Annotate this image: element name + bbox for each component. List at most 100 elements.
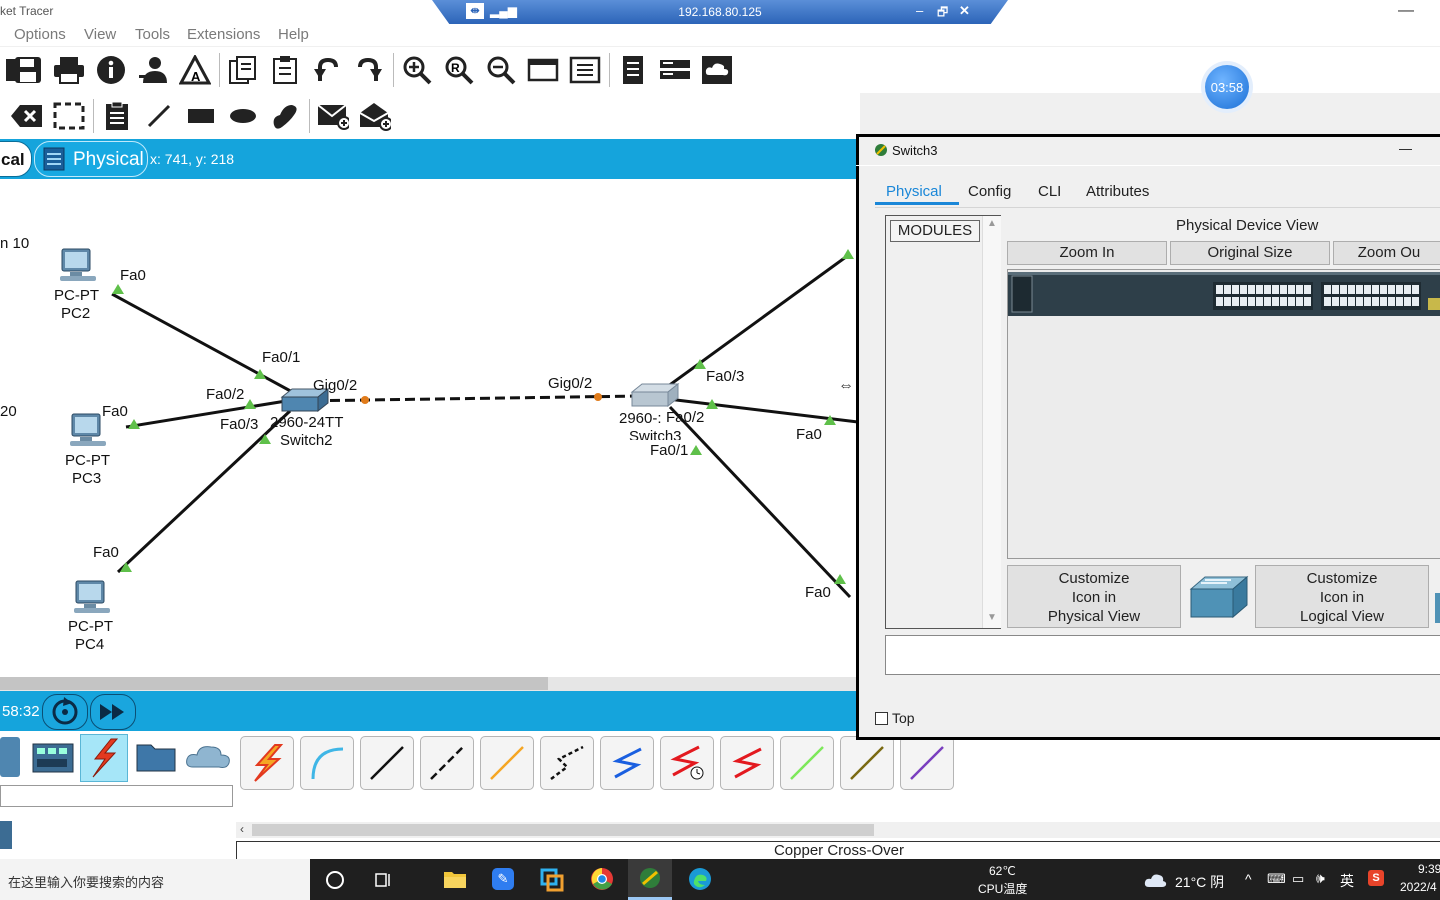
copper-cross-over-button[interactable] (420, 736, 474, 790)
tab-physical[interactable]: Physical (34, 141, 148, 177)
customize-logical-button[interactable]: Customize Icon in Logical View (1255, 565, 1429, 628)
modules-list[interactable]: MODULES ▲ ▼ (885, 215, 1001, 629)
clock-date[interactable]: 2022/4 (1400, 880, 1437, 894)
draw-ellipse-icon[interactable] (227, 100, 259, 132)
serial-dce-button[interactable] (660, 736, 714, 790)
info-icon[interactable] (95, 54, 127, 86)
pdu-list-icon[interactable] (617, 54, 649, 86)
usb-cable-button[interactable] (900, 736, 954, 790)
end-devices-category-icon[interactable] (0, 737, 20, 777)
auto-connection-button[interactable] (240, 736, 294, 790)
dialog-tab-physical[interactable]: Physical (886, 183, 942, 200)
switch3-icon[interactable] (630, 382, 680, 410)
menu-help[interactable]: Help (278, 26, 309, 43)
components-category-icon[interactable] (32, 739, 74, 775)
delete-icon[interactable] (10, 100, 42, 132)
draw-line-icon[interactable] (143, 100, 175, 132)
remote-restore-button[interactable]: 🗗 (937, 3, 948, 24)
add-complex-pdu-icon[interactable] (359, 100, 391, 132)
cortana-icon[interactable] (326, 871, 344, 889)
zoom-out-icon[interactable] (485, 54, 517, 86)
zoom-reset-icon[interactable]: R (443, 54, 475, 86)
remote-minimize-button[interactable]: – (916, 3, 923, 18)
remote-close-button[interactable]: ✕ (959, 3, 970, 19)
iot-custom-cable-button[interactable] (840, 736, 894, 790)
file-explorer-icon[interactable] (443, 869, 467, 889)
redo-icon[interactable] (353, 54, 385, 86)
workspace-scroll-thumb[interactable] (0, 677, 548, 690)
snipping-tool-icon[interactable] (540, 868, 564, 892)
copper-straight-through-button[interactable] (360, 736, 414, 790)
custom-device-dialog-icon[interactable] (569, 54, 601, 86)
note-icon[interactable] (101, 100, 133, 132)
tab-logical[interactable]: cal (0, 141, 32, 177)
zoom-in-icon[interactable] (401, 54, 433, 86)
power-cycle-button[interactable] (42, 694, 88, 730)
copy-icon[interactable] (227, 54, 259, 86)
drawing-palette-icon[interactable] (527, 54, 559, 86)
print-icon[interactable] (53, 54, 85, 86)
scroll-up-icon[interactable]: ▲ (987, 218, 997, 229)
recording-timer[interactable]: 03:58 (1205, 65, 1249, 109)
fast-forward-button[interactable] (90, 694, 136, 730)
select-icon[interactable] (53, 100, 85, 132)
device-info-textbox[interactable] (885, 635, 1440, 675)
edge-browser-icon[interactable] (688, 867, 712, 891)
logical-workspace[interactable]: n 10 20 Fa0 PC-PT PC2 Fa0 PC-PT PC3 Fa0 … (0, 179, 858, 677)
zoom-out-button[interactable]: Zoom Ou (1333, 241, 1440, 265)
pc4-icon[interactable] (72, 579, 112, 615)
modules-scrollbar[interactable]: ▲ ▼ (982, 216, 1001, 628)
dialog-minimize-button[interactable]: — (1399, 141, 1412, 156)
scroll-down-icon[interactable]: ▼ (987, 612, 997, 623)
device-search-field[interactable] (0, 785, 233, 807)
menu-view[interactable]: View (84, 26, 116, 43)
sogou-input-icon[interactable]: S (1368, 870, 1384, 886)
scroll-left-icon[interactable]: ‹ (240, 822, 244, 836)
panel-grip-icon[interactable] (0, 821, 12, 849)
task-view-icon[interactable] (374, 871, 394, 889)
keyboard-icon[interactable]: ⌨ (1267, 871, 1286, 887)
multiuser-category-icon[interactable] (185, 741, 231, 773)
device-view-area[interactable] (1007, 269, 1440, 559)
windows-search-box[interactable]: 在这里输入你要搜索的内容 (0, 859, 310, 900)
clock-time[interactable]: 9:39 (1418, 862, 1440, 876)
user-profile-icon[interactable] (137, 54, 169, 86)
misc-category-icon[interactable] (135, 739, 177, 775)
minimize-icon[interactable]: — (1398, 2, 1414, 20)
pc2-icon[interactable] (58, 247, 98, 283)
console-cable-button[interactable] (300, 736, 354, 790)
dialog-tab-cli[interactable]: CLI (1038, 183, 1061, 200)
save-icon[interactable] (12, 54, 44, 86)
phone-cable-button[interactable] (540, 736, 594, 790)
ime-indicator[interactable]: 英 (1340, 871, 1354, 891)
feishu-app-icon[interactable]: ✎ (492, 868, 514, 890)
menu-tools[interactable]: Tools (135, 26, 170, 43)
connections-scroll-thumb[interactable] (252, 824, 874, 836)
dialog-tab-config[interactable]: Config (968, 183, 1011, 200)
cloud-device-icon[interactable] (701, 54, 733, 86)
paste-icon[interactable] (269, 54, 301, 86)
top-checkbox[interactable] (875, 712, 888, 725)
dialog-tab-attributes[interactable]: Attributes (1086, 183, 1149, 200)
zoom-in-button[interactable]: Zoom In (1007, 241, 1167, 265)
packet-tracer-taskbar-button[interactable] (628, 859, 672, 900)
customize-physical-button[interactable]: Customize Icon in Physical View (1007, 565, 1181, 628)
network-device-icon[interactable] (659, 54, 691, 86)
serial-dte-button[interactable] (720, 736, 774, 790)
octal-cable-button[interactable] (780, 736, 834, 790)
menu-extensions[interactable]: Extensions (187, 26, 260, 43)
undo-icon[interactable] (311, 54, 343, 86)
original-size-button[interactable]: Original Size (1170, 241, 1330, 265)
draw-rectangle-icon[interactable] (185, 100, 217, 132)
connections-category-selected[interactable] (80, 734, 128, 782)
coaxial-button[interactable] (600, 736, 654, 790)
network-icon[interactable]: ▭ (1292, 871, 1304, 887)
add-simple-pdu-icon[interactable] (317, 100, 349, 132)
activity-wizard-icon[interactable]: A (179, 54, 211, 86)
volume-icon[interactable]: 🕪 (1316, 870, 1325, 887)
weather-text[interactable]: 21°C 阴 (1175, 872, 1224, 892)
freeform-icon[interactable] (269, 100, 301, 132)
fiber-button[interactable] (480, 736, 534, 790)
chrome-icon[interactable] (590, 867, 614, 891)
menu-options[interactable]: Options (14, 26, 66, 43)
